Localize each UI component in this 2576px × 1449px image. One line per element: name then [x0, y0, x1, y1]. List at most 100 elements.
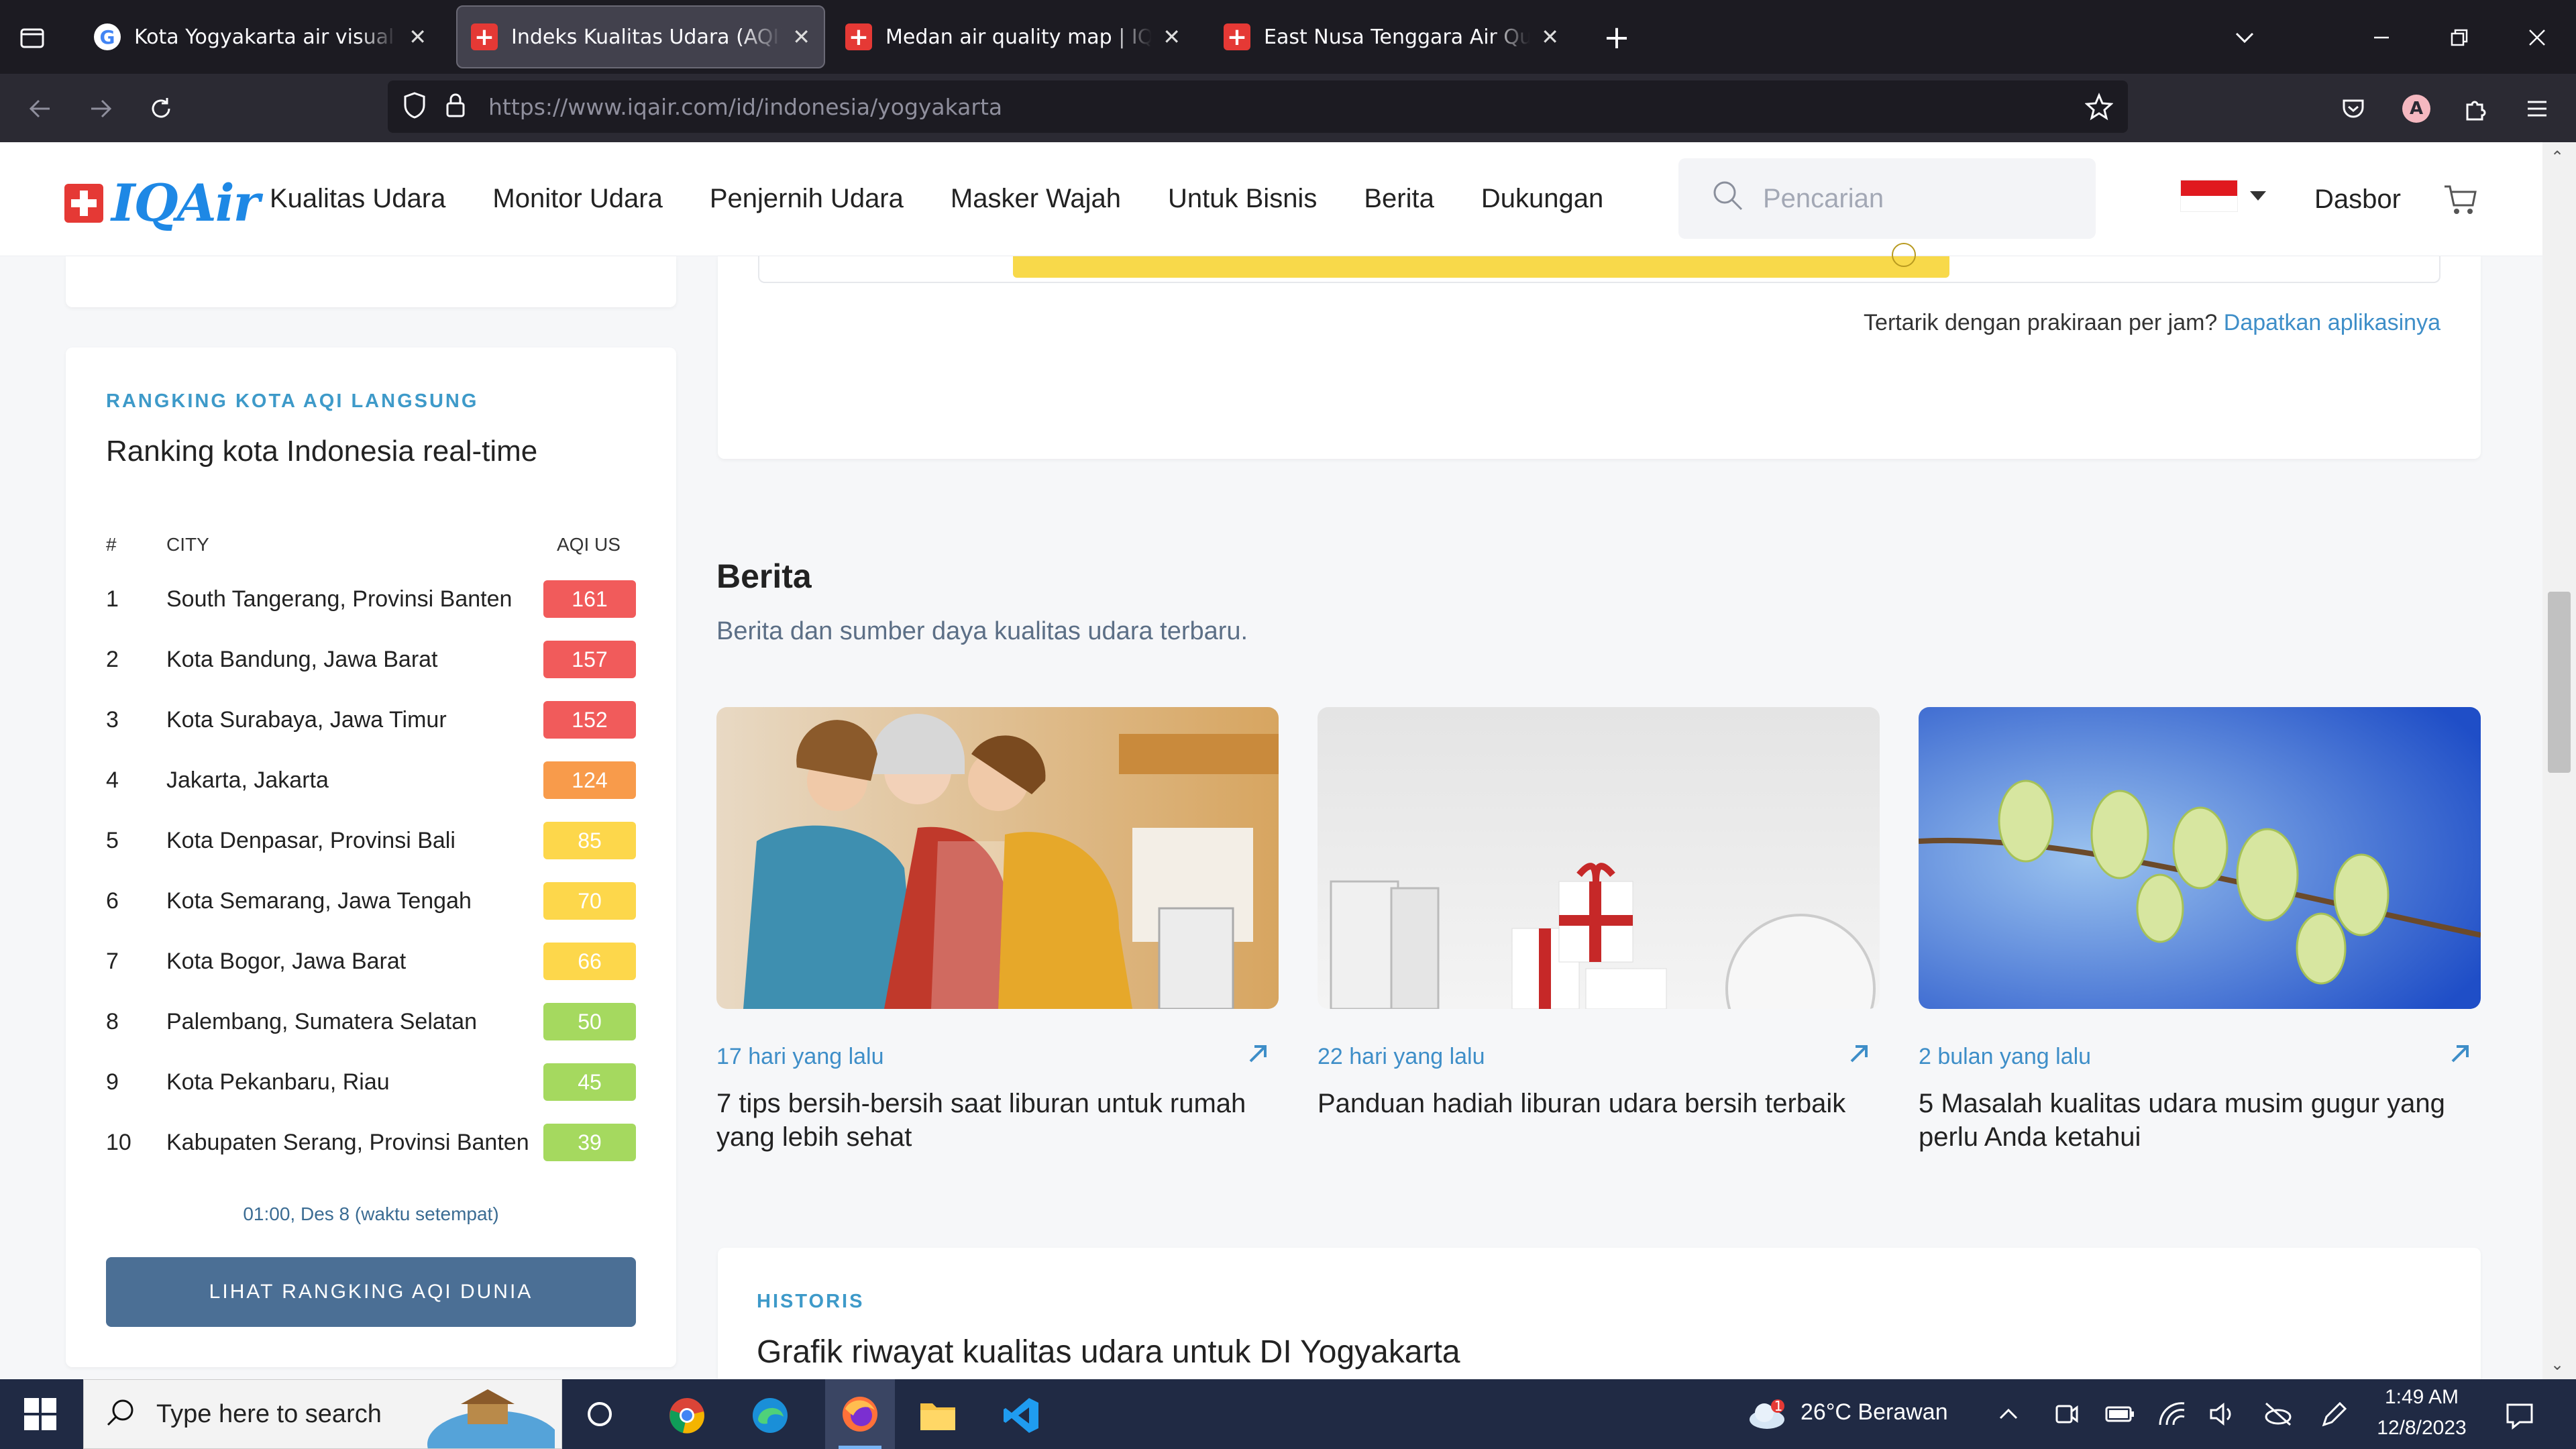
city-name[interactable]: Kota Semarang, Jawa Tengah: [166, 888, 543, 914]
nav-dukungan[interactable]: Dukungan: [1481, 184, 1603, 214]
city-name[interactable]: South Tangerang, Provinsi Banten: [166, 586, 543, 612]
tab-google[interactable]: G Kota Yogyakarta air visual - Goo ✕: [80, 5, 440, 68]
ranking-row[interactable]: 1 South Tangerang, Provinsi Banten 161: [106, 579, 636, 619]
news-title[interactable]: Panduan hadiah liburan udara bersih terb…: [1318, 1087, 1881, 1120]
rank-number: 10: [106, 1129, 131, 1155]
nav-penjernih-udara[interactable]: Penjernih Udara: [710, 184, 904, 214]
meet-now-icon[interactable]: [2053, 1401, 2080, 1430]
hamburger-menu-icon[interactable]: [2518, 90, 2556, 127]
ranking-row[interactable]: 4 Jakarta, Jakarta 124: [106, 760, 636, 800]
pen-icon[interactable]: [2318, 1401, 2348, 1433]
city-name[interactable]: Jakarta, Jakarta: [166, 767, 543, 794]
city-name[interactable]: Kota Pekanbaru, Riau: [166, 1069, 543, 1095]
chevron-down-icon[interactable]: [2224, 19, 2265, 56]
url-text[interactable]: https://www.iqair.com/id/indonesia/yogya…: [488, 94, 1002, 120]
city-name[interactable]: Palembang, Sumatera Selatan: [166, 1009, 543, 1035]
nav-berita[interactable]: Berita: [1364, 184, 1434, 214]
city-name[interactable]: Kota Denpasar, Provinsi Bali: [166, 828, 543, 854]
dashboard-link[interactable]: Dasbor: [2314, 184, 2401, 215]
page-scrollbar[interactable]: ⌃ ⌄: [2542, 142, 2576, 1379]
tab-title: Indeks Kualitas Udara (AQI) Yog: [511, 25, 782, 49]
nav-masker-wajah[interactable]: Masker Wajah: [951, 184, 1121, 214]
close-icon[interactable]: ✕: [1163, 24, 1181, 50]
ranking-row[interactable]: 7 Kota Bogor, Jawa Barat 66: [106, 941, 636, 981]
notification-icon[interactable]: [2505, 1401, 2534, 1433]
external-arrow-icon[interactable]: [2449, 1041, 2471, 1072]
weather-cloud-icon[interactable]: 1: [1747, 1397, 1790, 1434]
close-icon[interactable]: ✕: [1541, 24, 1559, 50]
ranking-row[interactable]: 5 Kota Denpasar, Provinsi Bali 85: [106, 820, 636, 861]
iqair-logo[interactable]: IQAir: [64, 173, 260, 233]
nav-monitor-udara[interactable]: Monitor Udara: [492, 184, 662, 214]
pocket-icon[interactable]: [2334, 90, 2372, 127]
news-title[interactable]: 7 tips bersih-bersih saat liburan untuk …: [716, 1087, 1280, 1154]
ranking-row[interactable]: 6 Kota Semarang, Jawa Tengah 70: [106, 881, 636, 921]
scroll-up-icon[interactable]: ⌃: [2551, 148, 2564, 166]
windows-start-icon[interactable]: [24, 1398, 56, 1433]
site-search-input[interactable]: Pencarian: [1678, 158, 2096, 239]
edge-icon[interactable]: [751, 1397, 789, 1437]
info-icon[interactable]: [1892, 243, 1916, 267]
back-arrow-icon[interactable]: [20, 89, 60, 129]
nav-untuk-bisnis[interactable]: Untuk Bisnis: [1168, 184, 1317, 214]
close-window-button[interactable]: [2517, 19, 2557, 56]
main-nav: Kualitas Udara Monitor Udara Penjernih U…: [270, 184, 1650, 214]
external-arrow-icon[interactable]: [1246, 1041, 1269, 1072]
close-icon[interactable]: ✕: [792, 24, 810, 50]
tab-list-icon[interactable]: [13, 19, 51, 56]
new-tab-button[interactable]: +: [1597, 19, 1637, 56]
city-name[interactable]: Kabupaten Serang, Provinsi Banten: [166, 1130, 543, 1156]
news-heading: Berita: [716, 557, 812, 595]
city-name[interactable]: Kota Bandung, Jawa Barat: [166, 647, 543, 673]
scroll-down-icon[interactable]: ⌄: [2551, 1355, 2564, 1374]
news-subtitle: Berita dan sumber daya kualitas udara te…: [716, 617, 1248, 645]
ranking-row[interactable]: 2 Kota Bandung, Jawa Barat 157: [106, 639, 636, 680]
external-arrow-icon[interactable]: [1847, 1041, 1870, 1072]
vscode-icon[interactable]: [1002, 1397, 1040, 1437]
cart-icon[interactable]: [2442, 181, 2479, 221]
wifi-icon[interactable]: [2157, 1401, 2187, 1430]
ranking-row[interactable]: 8 Palembang, Sumatera Selatan 50: [106, 1002, 636, 1042]
scrollbar-thumb[interactable]: [2548, 592, 2571, 773]
get-app-link[interactable]: Dapatkan aplikasinya: [2224, 310, 2440, 335]
address-bar[interactable]: https://www.iqair.com/id/indonesia/yogya…: [388, 80, 2128, 133]
speaker-icon[interactable]: [2208, 1401, 2238, 1430]
city-name[interactable]: Kota Surabaya, Jawa Timur: [166, 707, 543, 733]
close-icon[interactable]: ✕: [409, 24, 427, 50]
rank-number: 5: [106, 827, 119, 853]
nav-kualitas-udara[interactable]: Kualitas Udara: [270, 184, 445, 214]
ranking-row[interactable]: 3 Kota Surabaya, Jawa Timur 152: [106, 700, 636, 740]
world-ranking-button[interactable]: LIHAT RANGKING AQI DUNIA: [106, 1257, 636, 1327]
city-name[interactable]: Kota Bogor, Jawa Barat: [166, 949, 543, 975]
lock-icon[interactable]: [444, 92, 467, 121]
firefox-taskbar-button[interactable]: [825, 1379, 895, 1449]
ranking-row[interactable]: 10 Kabupaten Serang, Provinsi Banten 39: [106, 1122, 636, 1163]
ranking-row[interactable]: 9 Kota Pekanbaru, Riau 45: [106, 1062, 636, 1102]
news-image-gifts-purifiers[interactable]: [1318, 707, 1880, 1009]
chrome-icon[interactable]: [668, 1397, 706, 1437]
news-image-willow-branch[interactable]: [1919, 707, 2481, 1009]
taskbar-search-box[interactable]: Type here to search: [83, 1379, 562, 1449]
tab-medan[interactable]: + Medan air quality map | IQAir ✕: [832, 5, 1194, 68]
weather-text[interactable]: 26°C Berawan: [1801, 1399, 1948, 1426]
shield-icon[interactable]: [401, 91, 428, 123]
battery-icon[interactable]: [2104, 1401, 2136, 1430]
clock-time[interactable]: 1:49 AM: [2375, 1386, 2469, 1409]
clock-date[interactable]: 12/8/2023: [2375, 1417, 2469, 1440]
restore-button[interactable]: [2439, 19, 2479, 56]
cloud-offline-icon[interactable]: [2263, 1401, 2293, 1430]
forward-arrow-icon[interactable]: [80, 89, 121, 129]
reload-icon[interactable]: [141, 89, 181, 129]
news-title[interactable]: 5 Masalah kualitas udara musim gugur yan…: [1919, 1087, 2482, 1154]
news-image-family-hug[interactable]: [716, 707, 1279, 1009]
task-view-icon[interactable]: [585, 1399, 614, 1432]
extensions-puzzle-icon[interactable]: [2457, 90, 2494, 127]
bookmark-star-icon[interactable]: [2084, 93, 2114, 123]
chevron-up-icon[interactable]: [1996, 1402, 2021, 1429]
tab-east-nusa-tenggara[interactable]: + East Nusa Tenggara Air Quality ✕: [1210, 5, 1572, 68]
account-avatar[interactable]: A: [2398, 90, 2435, 127]
tab-iqair-yogyakarta[interactable]: + Indeks Kualitas Udara (AQI) Yog ✕: [456, 5, 825, 68]
minimize-button[interactable]: [2361, 19, 2402, 56]
file-explorer-icon[interactable]: [919, 1399, 957, 1434]
language-selector[interactable]: [2180, 180, 2266, 212]
